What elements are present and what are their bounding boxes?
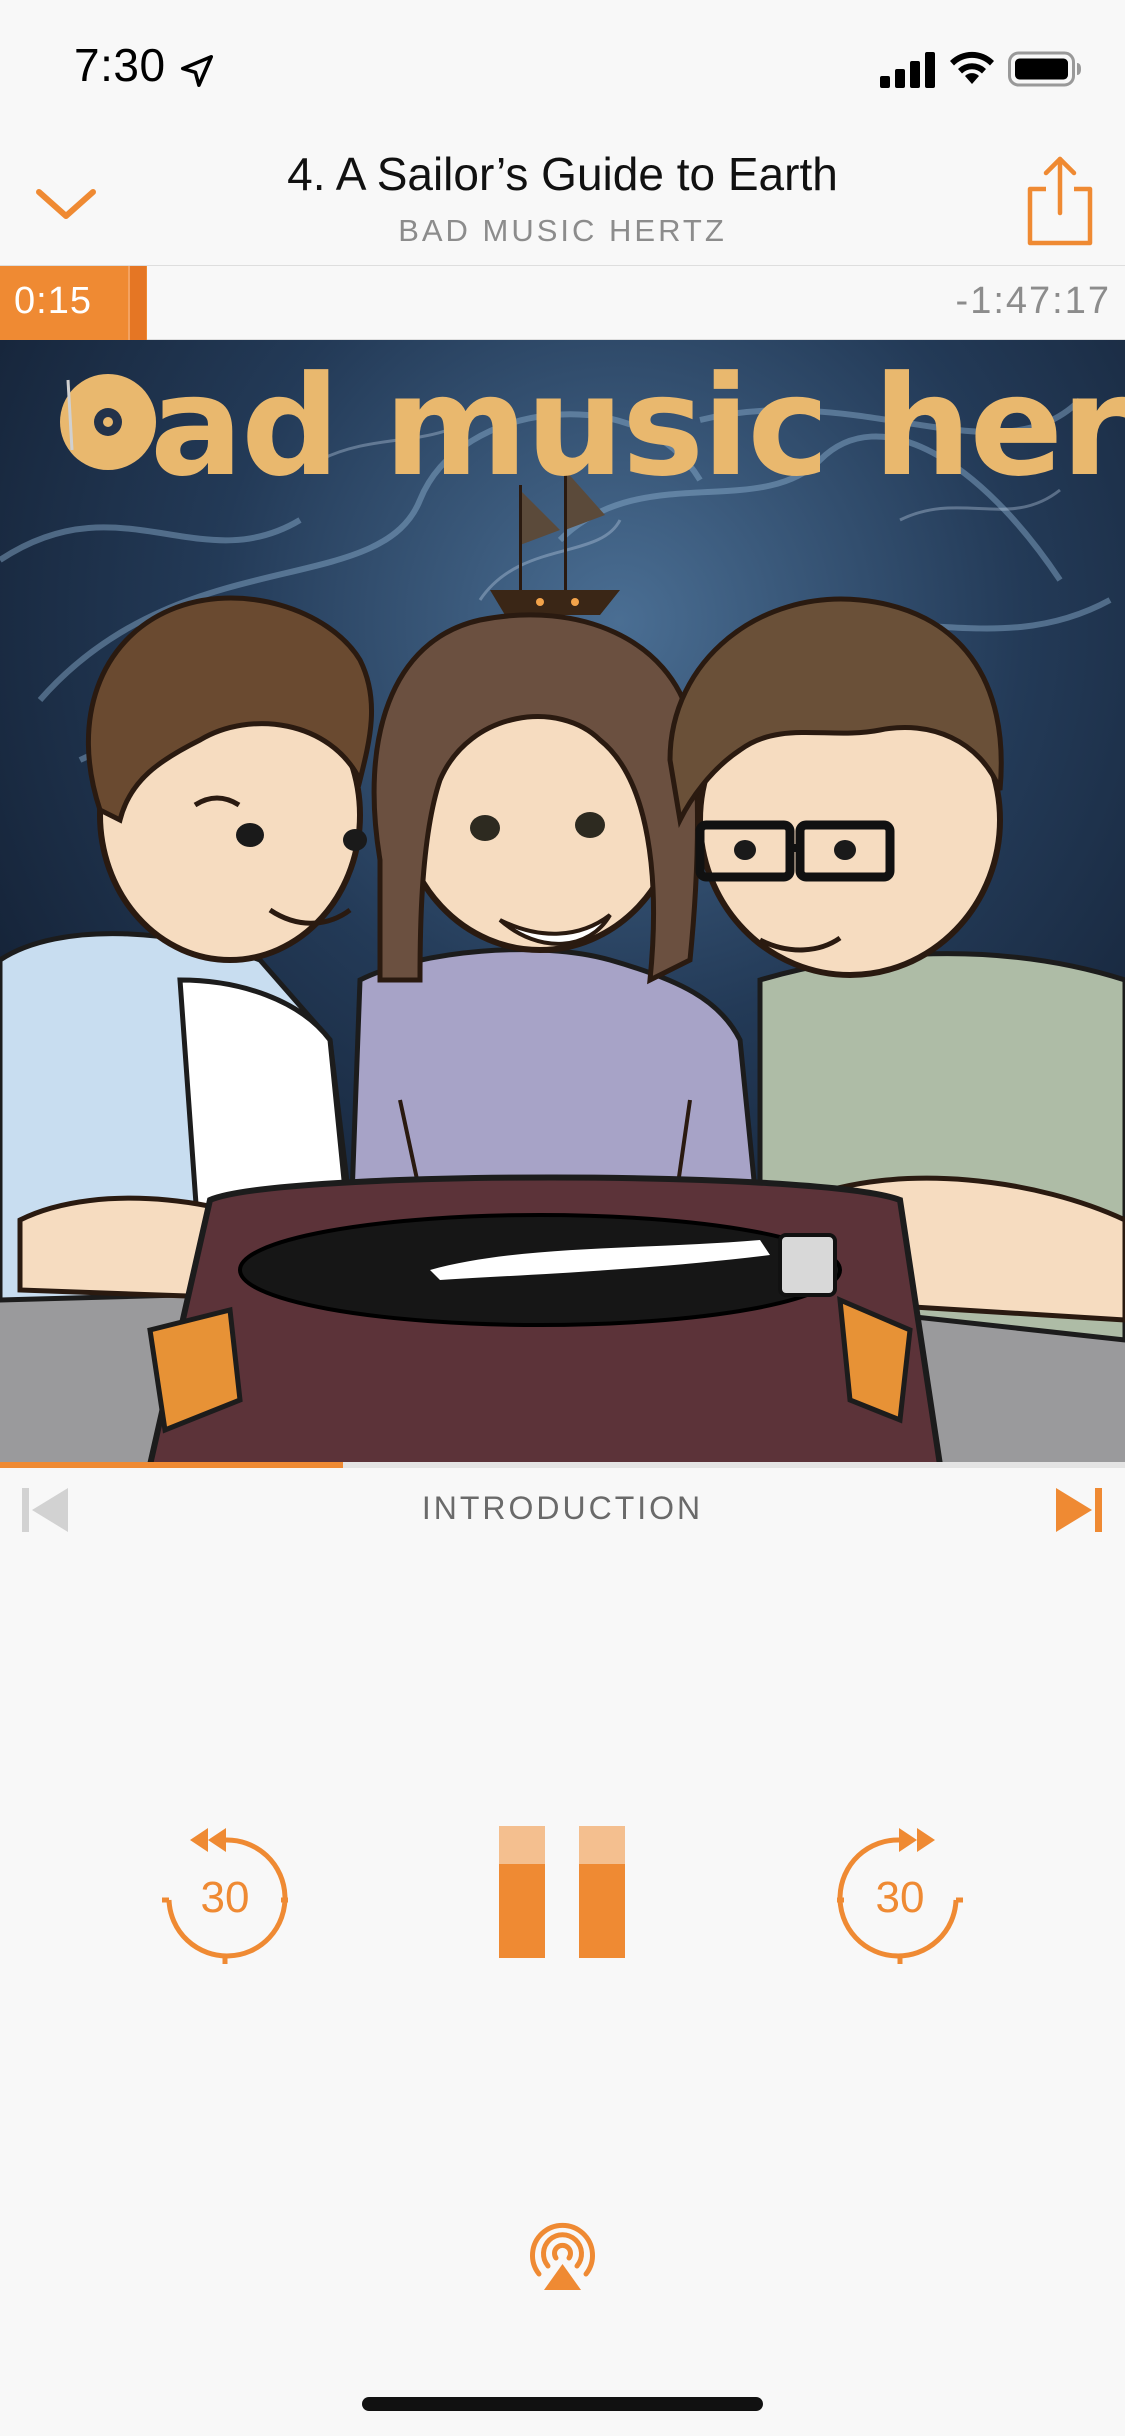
artwork-logo-text: ad music hertz bbox=[150, 346, 1125, 507]
episode-title: 4. A Sailor’s Guide to Earth bbox=[287, 148, 838, 200]
pause-bar-right bbox=[579, 1826, 625, 1958]
status-time: 7:30 bbox=[74, 39, 166, 91]
pause-button[interactable] bbox=[495, 1826, 630, 1961]
dismiss-button[interactable] bbox=[30, 173, 102, 235]
podcast-player-screen: 7:30 4. A Sailor’s Guide to Earth BAD MU… bbox=[0, 0, 1125, 2436]
previous-chapter-icon bbox=[22, 1488, 68, 1532]
podcast-name[interactable]: BAD MUSIC HERTZ bbox=[160, 213, 965, 249]
airplay-icon bbox=[530, 2222, 595, 2290]
wifi-icon bbox=[950, 51, 994, 84]
artwork-illustration bbox=[0, 340, 1125, 1465]
record-player bbox=[146, 1174, 944, 1465]
next-chapter-icon bbox=[1056, 1488, 1102, 1532]
scrubber-handle[interactable] bbox=[128, 266, 146, 340]
skip-back-seconds: 30 bbox=[200, 1873, 250, 1922]
previous-chapter-button[interactable] bbox=[18, 1484, 72, 1536]
battery-icon bbox=[1008, 51, 1081, 87]
cellular-signal-icon bbox=[880, 52, 935, 88]
elapsed-time: 0:15 bbox=[14, 280, 92, 322]
remaining-time: -1:47:17 bbox=[955, 280, 1111, 322]
home-indicator[interactable] bbox=[362, 2397, 763, 2411]
pause-bar-left bbox=[499, 1826, 545, 1958]
location-arrow-icon bbox=[181, 55, 213, 87]
episode-artwork[interactable]: ad music hertz bbox=[0, 340, 1125, 1465]
episode-scrubber[interactable]: 0:15 -1:47:17 bbox=[0, 265, 1125, 340]
airplay-button[interactable] bbox=[525, 2218, 600, 2293]
skip-forward-seconds: 30 bbox=[875, 1873, 925, 1922]
skip-back-button[interactable]: 30 bbox=[160, 1818, 290, 1968]
chevron-down-icon bbox=[36, 189, 96, 219]
chapter-navigation: INTRODUCTION bbox=[0, 1468, 1125, 1548]
status-bar: 7:30 bbox=[0, 0, 1125, 135]
elapsed-indicator: 0:15 bbox=[0, 266, 147, 340]
skip-forward-button[interactable]: 30 bbox=[835, 1818, 965, 1968]
chapter-title[interactable]: INTRODUCTION bbox=[200, 1490, 925, 1527]
share-icon bbox=[1027, 156, 1093, 246]
now-playing-header: 4. A Sailor’s Guide to Earth BAD MUSIC H… bbox=[0, 135, 1125, 265]
share-button[interactable] bbox=[1020, 153, 1100, 249]
next-chapter-button[interactable] bbox=[1052, 1484, 1106, 1536]
vinyl-record-icon bbox=[60, 374, 156, 470]
